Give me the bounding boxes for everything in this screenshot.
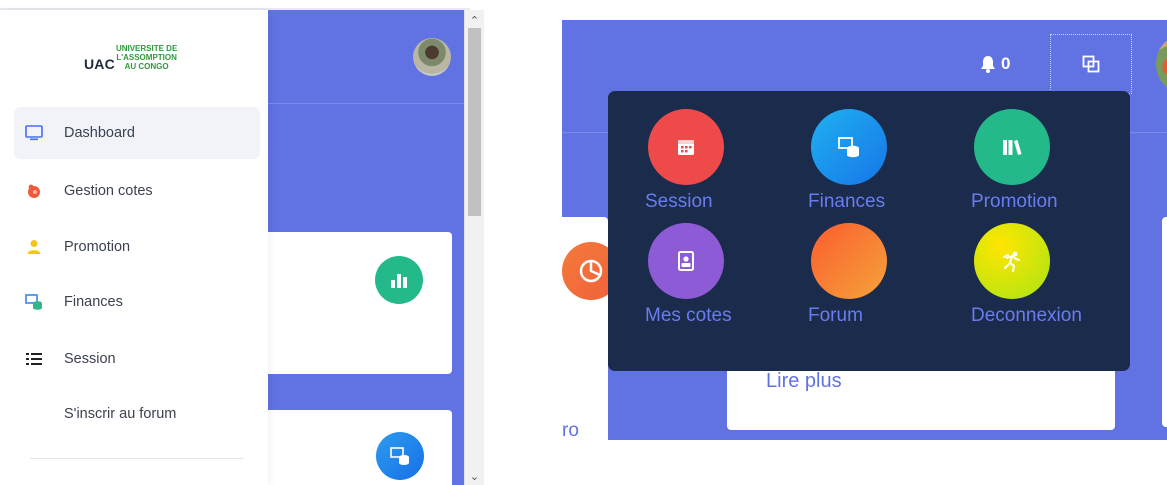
sidebar-item-forum[interactable]: S'inscrir au forum: [14, 388, 260, 440]
app-session[interactable]: Session: [610, 109, 760, 213]
app-label: Finances: [808, 191, 886, 212]
forum-icon: [811, 223, 887, 299]
left-screenshot: UAC UNIVERSITE DE L'ASSOMPTION AU CONGO …: [0, 0, 485, 485]
apps-menu-button[interactable]: [1050, 34, 1132, 94]
sidebar-item-label: Dashboard: [64, 125, 135, 141]
sidebar-item-finances[interactable]: Finances: [14, 276, 260, 328]
sidebar-item-label: Gestion cotes: [64, 183, 153, 199]
sidebar-item-dashboard[interactable]: Dashboard: [14, 107, 260, 159]
sidebar-item-label: Finances: [64, 294, 123, 310]
app-label: Promotion: [971, 191, 1058, 212]
user-icon: [24, 237, 44, 257]
sidebar-item-session[interactable]: Session: [14, 333, 260, 385]
partial-card-text: ro: [562, 420, 579, 440]
brand-line: L'ASSOMPTION: [116, 53, 177, 62]
running-icon: [974, 223, 1050, 299]
app-label: Forum: [808, 305, 863, 326]
app-promotion[interactable]: Promotion: [936, 109, 1086, 213]
sidebar-item-label: Session: [64, 351, 116, 367]
app-finances[interactable]: Finances: [773, 109, 923, 213]
scrollbar[interactable]: ⌃ ⌄: [464, 10, 484, 485]
user-avatar[interactable]: [413, 38, 451, 76]
blank-icon: [24, 404, 44, 424]
app-forum[interactable]: Forum: [773, 223, 923, 327]
finance-icon: [24, 292, 44, 312]
brand-line: UNIVERSITE DE: [115, 44, 178, 53]
calendar-icon: [648, 109, 724, 185]
app-label: Session: [645, 191, 713, 212]
monitor-icon: [24, 123, 44, 143]
list-icon: [24, 349, 44, 369]
sidebar-item-label: Promotion: [64, 239, 131, 255]
sidebar: UAC UNIVERSITE DE L'ASSOMPTION AU CONGO …: [0, 10, 268, 485]
sidebar-item-promotion[interactable]: Promotion: [14, 221, 260, 273]
apps-dropdown: Session Finances Promotion Mes cotes For…: [608, 91, 1130, 371]
background-card: [1162, 217, 1167, 427]
finance-icon: [811, 109, 887, 185]
bar-chart-icon: [375, 256, 423, 304]
brand-abbreviation: UAC: [84, 56, 115, 72]
sidebar-item-gestion-cotes[interactable]: Gestion cotes: [14, 165, 260, 217]
finance-icon: [376, 432, 424, 480]
scroll-thumb[interactable]: [468, 28, 481, 216]
notifications[interactable]: 0: [980, 54, 1010, 74]
user-avatar[interactable]: [1156, 38, 1167, 90]
brand-line: AU CONGO: [124, 62, 169, 71]
app-mes-cotes[interactable]: Mes cotes: [610, 223, 760, 327]
app-deconnexion[interactable]: Deconnexion: [936, 223, 1086, 327]
notification-count: 0: [1001, 54, 1011, 73]
apps-switch-icon: [1082, 55, 1100, 73]
app-label: Mes cotes: [645, 305, 732, 326]
stat-card: [262, 410, 452, 485]
read-more-link[interactable]: Lire plus: [766, 370, 842, 393]
scroll-up-arrow-icon[interactable]: ⌃: [465, 14, 484, 27]
header-divider: [262, 103, 470, 104]
sidebar-divider: [30, 458, 243, 459]
university-logo[interactable]: UAC UNIVERSITE DE L'ASSOMPTION AU CONGO: [84, 44, 177, 71]
grade-icon: [24, 181, 44, 201]
app-label: Deconnexion: [971, 305, 1082, 326]
scroll-down-arrow-icon[interactable]: ⌄: [465, 470, 484, 483]
stat-card: [262, 232, 452, 374]
brand-name: UNIVERSITE DE L'ASSOMPTION AU CONGO: [116, 44, 177, 71]
books-icon: [974, 109, 1050, 185]
contact-book-icon: [648, 223, 724, 299]
bell-icon: [981, 56, 995, 73]
sidebar-item-label: S'inscrir au forum: [64, 406, 177, 422]
